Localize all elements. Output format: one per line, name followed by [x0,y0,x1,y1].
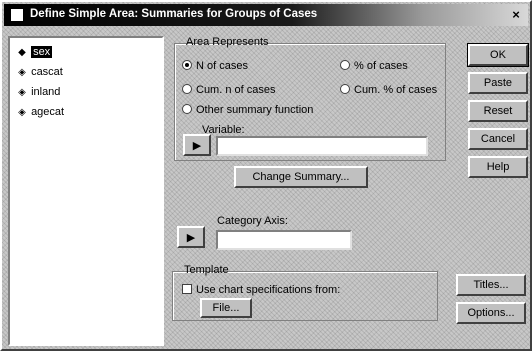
variable-list[interactable]: ◆ sex ◈ cascat ◈ inland ◈ agecat [8,36,164,346]
radio-selected-icon [182,60,192,70]
titles-button[interactable]: Titles... [456,274,526,296]
radio-icon [182,104,192,114]
radio-n-of-cases[interactable]: N of cases [182,58,248,74]
options-button[interactable]: Options... [456,302,526,324]
radio-icon [340,60,350,70]
radio-percent-of-cases[interactable]: % of cases [340,58,408,74]
list-item-sex[interactable]: ◆ sex [16,44,53,60]
radio-label: Other summary function [196,104,314,116]
variable-icon: ◈ [18,107,26,118]
variable-icon: ◈ [18,67,26,78]
list-item-label: sex [31,46,53,58]
close-button[interactable]: × [508,7,524,23]
app-icon [10,8,24,22]
paste-button[interactable]: Paste [468,72,528,94]
radio-label: % of cases [354,60,408,72]
window-title: Define Simple Area: Summaries for Groups… [30,8,318,20]
use-chart-specs-checkbox[interactable]: Use chart specifications from: [182,282,340,298]
list-item-inland[interactable]: ◈ inland [16,84,60,100]
title-bar[interactable]: Define Simple Area: Summaries for Groups… [4,4,528,26]
radio-cum-percent-of-cases[interactable]: Cum. % of cases [340,82,437,98]
radio-icon [182,84,192,94]
change-summary-button[interactable]: Change Summary... [234,166,368,188]
reset-button[interactable]: Reset [468,100,528,122]
variable-icon: ◆ [18,47,26,58]
dialog-window: Define Simple Area: Summaries for Groups… [0,0,532,351]
ok-button[interactable]: OK [467,43,529,67]
category-axis-field[interactable] [216,230,352,250]
checkbox-icon [182,284,192,294]
help-button[interactable]: Help [468,156,528,178]
radio-icon [340,84,350,94]
checkbox-label: Use chart specifications from: [196,284,341,296]
category-axis-label: Category Axis: [217,215,288,227]
radio-label: Cum. % of cases [354,84,438,96]
radio-label: Cum. n of cases [196,84,276,96]
list-item-label: inland [31,86,61,98]
template-title: Template [184,264,229,276]
variable-move-button[interactable]: ▶ [183,134,211,156]
right-arrow-icon: ▶ [186,232,196,244]
list-item-label: cascat [31,66,63,78]
area-represents-title: Area Represents [186,36,269,48]
list-item-cascat[interactable]: ◈ cascat [16,64,63,80]
variable-icon: ◈ [18,87,26,98]
list-item-label: agecat [31,106,65,118]
radio-other-summary[interactable]: Other summary function [182,102,313,118]
variable-field[interactable] [216,136,428,156]
list-item-agecat[interactable]: ◈ agecat [16,104,64,120]
cancel-button[interactable]: Cancel [468,128,528,150]
radio-cum-n-of-cases[interactable]: Cum. n of cases [182,82,275,98]
radio-label: N of cases [196,60,248,72]
right-arrow-icon: ▶ [192,140,202,152]
file-button[interactable]: File... [200,298,252,318]
category-axis-move-button[interactable]: ▶ [177,226,205,248]
